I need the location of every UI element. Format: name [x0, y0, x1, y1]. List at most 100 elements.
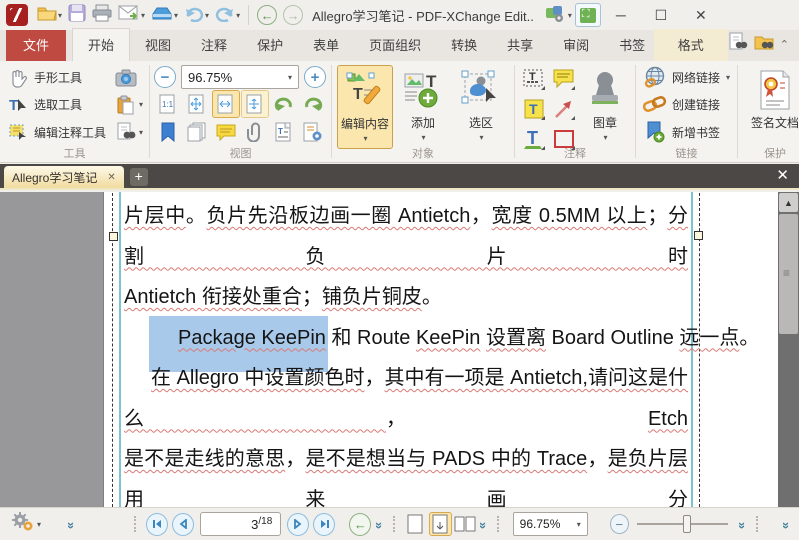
- session-dropdown[interactable]: ▾: [568, 11, 572, 20]
- layout-expand-icon[interactable]: »: [477, 517, 492, 530]
- sticky-note-tool-button[interactable]: [553, 68, 576, 90]
- comments-pane-button[interactable]: [212, 118, 240, 146]
- email-button[interactable]: ▾: [115, 3, 148, 27]
- statusbar-options-button[interactable]: ▾: [10, 511, 41, 538]
- hand-tool-button[interactable]: 手形工具: [4, 64, 108, 91]
- undo-button[interactable]: ▾: [181, 3, 212, 27]
- forward-button[interactable]: →: [280, 3, 306, 27]
- arrow-tool-button[interactable]: [553, 98, 576, 120]
- slider-zoom-out-button[interactable]: −: [609, 514, 629, 534]
- statusbar-expand-right-icon[interactable]: »: [779, 517, 794, 530]
- ribbon-tab[interactable]: 表单: [298, 29, 354, 61]
- select-tool-button[interactable]: T 选取工具: [4, 91, 108, 118]
- fullscreen-toggle-button[interactable]: [574, 3, 601, 27]
- edit-content-button[interactable]: T 编辑内容 ▾: [337, 65, 394, 149]
- stamp-button[interactable]: 图章 ▾: [580, 65, 630, 149]
- tab-file[interactable]: 文件: [6, 30, 67, 61]
- attachments-pane-button[interactable]: [241, 118, 269, 146]
- zoom-slider[interactable]: [636, 515, 729, 533]
- find-folder-icon[interactable]: [754, 32, 774, 57]
- scan-dropdown[interactable]: ▾: [174, 11, 178, 20]
- redo-dropdown[interactable]: ▾: [236, 11, 240, 20]
- ribbon-tab[interactable]: 书签: [604, 29, 660, 61]
- undo-dropdown[interactable]: ▾: [205, 11, 209, 20]
- fit-width-button[interactable]: [212, 90, 241, 118]
- add-object-button[interactable]: T 添加 ▾: [395, 65, 451, 149]
- snapshot-button[interactable]: [112, 64, 145, 91]
- redo-button[interactable]: ▾: [212, 3, 243, 27]
- text-box-tool-button[interactable]: T: [523, 98, 546, 120]
- two-page-layout-button[interactable]: [454, 512, 477, 536]
- new-tab-button[interactable]: +: [129, 168, 148, 186]
- rotate-cw-button[interactable]: [299, 90, 327, 118]
- document-tab-close-icon[interactable]: ✕: [107, 172, 115, 183]
- ribbon-tab[interactable]: 转换: [436, 29, 492, 61]
- find-button[interactable]: ▾: [112, 119, 145, 146]
- zoom-in-button[interactable]: +: [304, 66, 327, 88]
- edit-frame-right-handle[interactable]: [694, 231, 703, 240]
- thumbnails-pane-button[interactable]: [183, 118, 211, 146]
- actual-size-button[interactable]: 1:1: [154, 90, 182, 118]
- properties-pane-button[interactable]: [299, 118, 327, 146]
- edit-annotations-tool-button[interactable]: 编辑注释工具: [4, 119, 108, 146]
- open-dropdown[interactable]: ▾: [58, 11, 62, 20]
- ribbon-tab[interactable]: 视图: [130, 29, 186, 61]
- save-button[interactable]: [65, 3, 89, 27]
- tab-home-active[interactable]: 开始: [72, 28, 131, 61]
- edit-frame-left-handle[interactable]: [109, 232, 118, 241]
- paste-button[interactable]: ▾: [112, 91, 145, 118]
- paste-dropdown[interactable]: ▾: [139, 100, 143, 109]
- previous-page-button[interactable]: [172, 512, 195, 536]
- statusbar-options-dropdown[interactable]: ▾: [37, 520, 41, 529]
- tab-format[interactable]: 格式: [653, 29, 728, 61]
- document-tab-active[interactable]: Allegro学习笔记 ✕: [4, 166, 124, 188]
- statusbar-zoom-combo[interactable]: 96.75% ▾: [512, 512, 588, 536]
- scrollbar-thumb[interactable]: [779, 214, 798, 334]
- rotate-ccw-button[interactable]: [270, 90, 298, 118]
- zoom-out-button[interactable]: −: [154, 66, 177, 88]
- find-dropdown[interactable]: ▾: [139, 128, 143, 137]
- ribbon-tab[interactable]: 共享: [492, 29, 548, 61]
- selection-button[interactable]: 选区 ▾: [453, 65, 509, 149]
- view-history-expand-icon[interactable]: »: [373, 517, 388, 530]
- last-page-button[interactable]: [313, 512, 336, 536]
- bookmarks-pane-button[interactable]: [154, 118, 182, 146]
- ribbon-tab[interactable]: 审阅: [548, 29, 604, 61]
- collapse-ribbon-icon[interactable]: ⌃: [780, 38, 789, 51]
- email-dropdown[interactable]: ▾: [141, 11, 145, 20]
- vertical-scrollbar[interactable]: ▲: [778, 192, 799, 507]
- web-link-dropdown[interactable]: ▾: [726, 73, 730, 82]
- back-button[interactable]: ←: [254, 3, 280, 27]
- statusbar-expand-left-icon[interactable]: »: [64, 517, 79, 530]
- minimize-button[interactable]: ─: [601, 2, 641, 28]
- find-document-icon[interactable]: [728, 32, 748, 57]
- scan-button[interactable]: ▾: [148, 3, 181, 27]
- ribbon-tab[interactable]: 页面组织: [354, 29, 436, 61]
- open-button[interactable]: ▾: [34, 3, 65, 27]
- fit-visible-button[interactable]: [241, 90, 270, 118]
- web-link-button[interactable]: 网络链接 ▾: [640, 64, 733, 91]
- zoom-expand-icon[interactable]: »: [736, 517, 751, 530]
- typewriter-tool-button[interactable]: T: [523, 68, 546, 90]
- ribbon-tab[interactable]: 注释: [186, 29, 242, 61]
- close-document-button[interactable]: ✕: [776, 166, 799, 188]
- next-page-button[interactable]: [287, 512, 310, 536]
- sign-document-button[interactable]: 签名文档: [743, 65, 799, 149]
- page-number-field[interactable]: 3 /18: [200, 512, 282, 536]
- ribbon-tab[interactable]: 保护: [242, 29, 298, 61]
- close-button[interactable]: ✕: [681, 2, 721, 28]
- zoom-slider-handle[interactable]: [682, 515, 691, 533]
- session-button[interactable]: ▾: [542, 3, 575, 27]
- zoom-level-combo[interactable]: 96.75% ▾: [181, 65, 300, 89]
- add-bookmark-button[interactable]: 新增书签: [640, 119, 733, 146]
- print-button[interactable]: [89, 3, 115, 27]
- single-page-layout-button[interactable]: [404, 512, 427, 536]
- fit-page-button[interactable]: [183, 90, 211, 118]
- scroll-up-button[interactable]: ▲: [779, 193, 798, 212]
- first-page-button[interactable]: [146, 512, 169, 536]
- pdf-page[interactable]: 片层中。负片先沿板边画一圈 Antietch，宽度 0.5MM 以上；分割负片时…: [104, 192, 780, 507]
- previous-view-button[interactable]: ←: [349, 512, 372, 536]
- create-link-button[interactable]: 创建链接: [640, 91, 733, 118]
- continuous-layout-button[interactable]: [428, 512, 452, 536]
- maximize-button[interactable]: ☐: [641, 2, 681, 28]
